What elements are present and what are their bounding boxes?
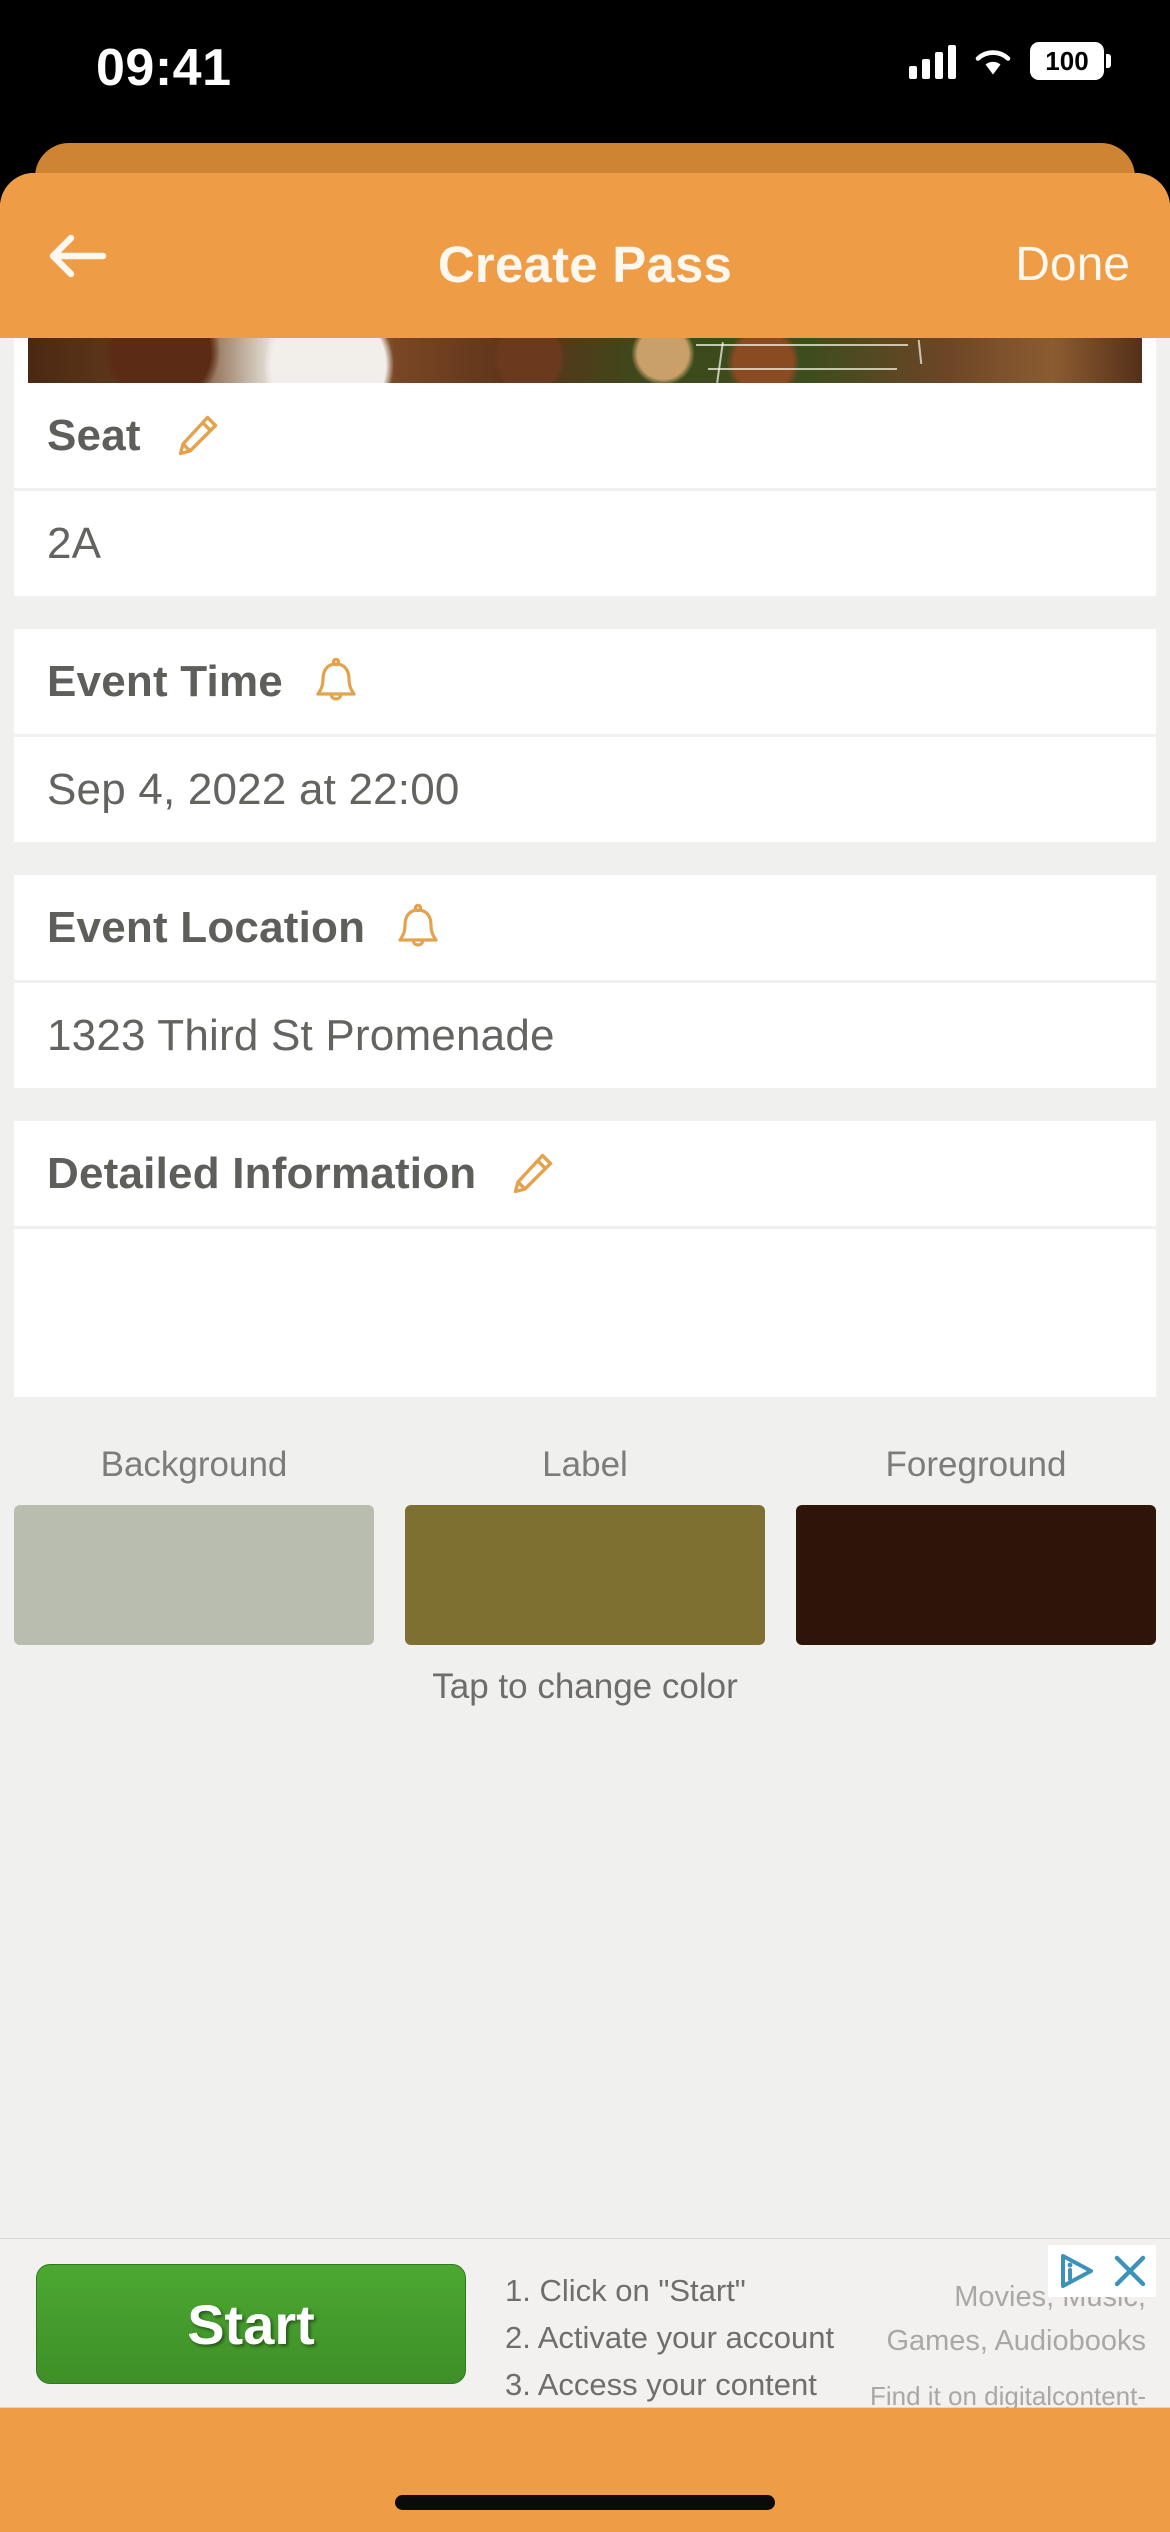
stadium-photo: [28, 338, 1142, 383]
home-indicator[interactable]: [395, 2495, 775, 2510]
ad-controls[interactable]: [1048, 2245, 1156, 2297]
color-option-foreground[interactable]: Foreground: [796, 1445, 1156, 1645]
ad-start-button[interactable]: Start: [36, 2264, 466, 2384]
page-title: Create Pass: [437, 236, 733, 293]
field-header-detailed-information[interactable]: Detailed Information: [14, 1121, 1156, 1226]
bell-icon[interactable]: [313, 657, 359, 707]
status-bar-clock: 09:41: [96, 39, 232, 97]
pencil-icon[interactable]: [171, 410, 223, 462]
wifi-icon: [973, 45, 1013, 77]
battery-level-text: 100: [1045, 45, 1089, 76]
color-swatch-label[interactable]: [405, 1505, 765, 1645]
sheet-content: Create Pass Done Seat 2A Event Time Sep …: [0, 173, 1170, 2532]
pass-hero-image[interactable]: [14, 338, 1156, 383]
bottom-safe-area: [0, 2408, 1170, 2532]
field-value-seat[interactable]: 2A: [14, 491, 1156, 596]
color-picker-row: Background Label Foreground: [0, 1445, 1170, 1645]
field-label-seat: Seat: [47, 410, 141, 460]
field-value-event-time[interactable]: Sep 4, 2022 at 22:00: [14, 737, 1156, 842]
close-x-icon[interactable]: [1110, 2251, 1150, 2291]
color-swatch-foreground[interactable]: [796, 1505, 1156, 1645]
field-header-seat[interactable]: Seat: [14, 383, 1156, 488]
color-option-background[interactable]: Background: [14, 1445, 374, 1645]
field-value-card-seat[interactable]: 2A: [14, 491, 1156, 596]
status-bar: 09:41 100: [0, 0, 1170, 143]
done-button[interactable]: Done: [1015, 173, 1130, 338]
court-lines: [28, 338, 1142, 383]
color-label-label: Label: [542, 1445, 628, 1484]
navigation-bar: Create Pass Done: [0, 173, 1170, 338]
color-label-foreground: Foreground: [885, 1445, 1067, 1484]
signal-bars-icon: [909, 43, 956, 79]
field-header-event-time[interactable]: Event Time: [14, 629, 1156, 734]
advertisement-banner[interactable]: Start 1. Click on "Start" 2. Activate yo…: [0, 2238, 1170, 2451]
status-bar-indicators: 100: [909, 42, 1111, 80]
field-value-detailed-information[interactable]: [14, 1229, 1156, 1334]
ad-promo-line-2: Games, Audiobooks: [886, 2325, 1146, 2358]
adchoices-info-icon[interactable]: [1054, 2251, 1098, 2291]
color-option-label[interactable]: Label: [405, 1445, 765, 1645]
field-label-event-time: Event Time: [47, 656, 283, 706]
color-label-background: Background: [100, 1445, 288, 1484]
color-swatch-background[interactable]: [14, 1505, 374, 1645]
field-value-card-event-time[interactable]: Sep 4, 2022 at 22:00: [14, 737, 1156, 842]
field-label-detailed-information: Detailed Information: [47, 1148, 477, 1198]
pencil-icon[interactable]: [506, 1148, 558, 1200]
field-value-card-event-location[interactable]: 1323 Third St Promenade: [14, 983, 1156, 1088]
bell-icon[interactable]: [395, 903, 441, 953]
tap-to-change-color-hint: Tap to change color: [432, 1667, 738, 1706]
field-label-event-location: Event Location: [47, 902, 366, 952]
field-card-seat: Seat: [14, 383, 1156, 488]
field-value-card-detailed-information[interactable]: [14, 1229, 1156, 1397]
scroll-container[interactable]: Seat 2A Event Time Sep 4, 2022 at 22:00 …: [0, 338, 1170, 1707]
field-value-event-location[interactable]: 1323 Third St Promenade: [14, 983, 1156, 1088]
field-card-detailed-information: Detailed Information: [14, 1121, 1156, 1226]
field-card-event-time: Event Time: [14, 629, 1156, 734]
battery-icon: 100: [1030, 42, 1111, 80]
field-header-event-location[interactable]: Event Location: [14, 875, 1156, 980]
field-card-event-location: Event Location: [14, 875, 1156, 980]
